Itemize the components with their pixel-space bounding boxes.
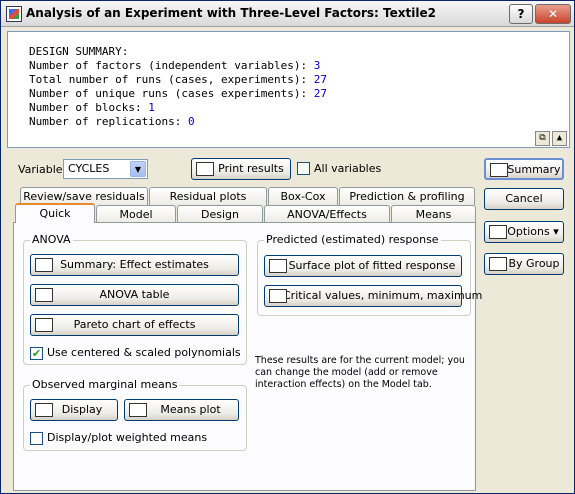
report-line: Total number of runs (cases, experiments… [29, 73, 328, 86]
window-title: Analysis of an Experiment with Three-Lev… [26, 6, 436, 20]
dialog-window: Analysis of an Experiment with Three-Lev… [0, 0, 575, 494]
weighted-means-label: Display/plot weighted means [47, 431, 208, 444]
line-chart-icon [129, 403, 147, 417]
surface-plot-button[interactable]: Surface plot of fitted response [264, 255, 462, 277]
surface-plot-icon [269, 259, 287, 273]
help-button[interactable]: ? [509, 4, 533, 24]
anova-table-button[interactable]: ANOVA table [30, 284, 239, 306]
display-button[interactable]: Display [30, 399, 118, 421]
collapse-icon[interactable]: ▲ [552, 131, 567, 146]
centered-polynomials-checkbox[interactable]: ✔ [30, 347, 43, 360]
results-summary-box: DESIGN SUMMARY: Number of factors (indep… [7, 31, 570, 148]
grid-icon [35, 403, 53, 417]
report-line: Number of replications: 0 [29, 115, 195, 128]
all-variables-label: All variables [314, 162, 382, 175]
dropdown-arrow-icon: ▾ [553, 225, 559, 238]
critical-values-button[interactable]: Critical values, minimum, maximum [264, 285, 482, 307]
grid-icon [269, 289, 287, 303]
predicted-response-title: Predicted (estimated) response [264, 233, 441, 246]
report-heading: DESIGN SUMMARY: [29, 45, 129, 58]
cancel-button[interactable]: Cancel [484, 188, 564, 210]
tab-prediction-profiling[interactable]: Prediction & profiling [339, 187, 475, 205]
all-variables-checkbox[interactable] [297, 162, 310, 175]
variable-label: Variable: [18, 163, 67, 176]
anova-group-title: ANOVA [30, 233, 73, 246]
app-icon [6, 6, 22, 22]
tab-design[interactable]: Design [177, 205, 263, 223]
tab-residual-plots[interactable]: Residual plots [149, 187, 267, 205]
grid-icon [35, 288, 53, 302]
quick-tab-panel: ANOVA Summary: Effect estimates ANOVA ta… [13, 222, 482, 491]
summary-effect-estimates-button[interactable]: Summary: Effect estimates [30, 254, 239, 276]
close-button[interactable]: ✕ [535, 4, 571, 24]
tab-model[interactable]: Model [96, 205, 176, 223]
report-line: Number of blocks: 1 [29, 101, 155, 114]
model-note: These results are for the current model;… [255, 355, 465, 390]
tab-anova-effects[interactable]: ANOVA/Effects [264, 205, 390, 223]
tab-box-cox[interactable]: Box-Cox [268, 187, 338, 205]
options-icon [489, 225, 507, 239]
summary-button[interactable]: Summary [484, 158, 564, 180]
report-line: Number of factors (independent variables… [29, 59, 321, 72]
marginal-means-title: Observed marginal means [30, 378, 180, 391]
weighted-means-checkbox[interactable] [30, 432, 43, 445]
print-results-button[interactable]: Print results [191, 158, 291, 180]
by-group-button[interactable]: By Group [484, 253, 564, 275]
summary-icon [490, 163, 508, 177]
chevron-down-icon: ▼ [130, 161, 146, 177]
table-icon [35, 258, 53, 272]
tab-means[interactable]: Means [391, 205, 476, 223]
copy-icon[interactable]: ⧉ [535, 131, 550, 146]
variable-select[interactable]: CYCLES ▼ [63, 159, 148, 179]
options-button[interactable]: Options ▾ [484, 221, 564, 243]
report-line: Number of unique runs (cases experiments… [29, 87, 328, 100]
title-bar: Analysis of an Experiment with Three-Lev… [1, 1, 574, 27]
tab-quick[interactable]: Quick [15, 203, 95, 223]
pareto-chart-button[interactable]: Pareto chart of effects [30, 314, 239, 336]
print-icon [196, 162, 214, 176]
by-group-icon [489, 257, 507, 271]
means-plot-button[interactable]: Means plot [124, 399, 239, 421]
chart-icon [35, 318, 53, 332]
centered-polynomials-label: Use centered & scaled polynomials [47, 346, 241, 359]
